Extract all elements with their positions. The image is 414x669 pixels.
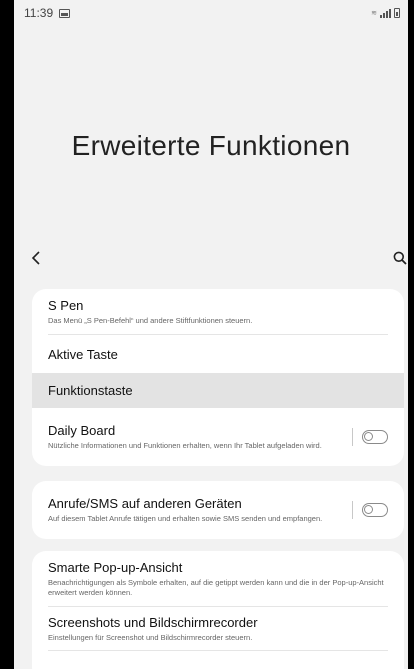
settings-card-2: Anrufe/SMS auf anderen Geräten Auf diese… [32, 481, 404, 539]
smart-popup-item[interactable]: Smarte Pop-up-Ansicht Benachrichtigungen… [32, 551, 404, 607]
status-time: 11:39 [24, 6, 54, 20]
spen-title: S Pen [48, 298, 84, 313]
daily-board-title: Daily Board [48, 423, 116, 438]
settings-card-3: Smarte Pop-up-Ansicht Benachrichtigungen… [32, 551, 404, 669]
aktive-taste-item[interactable]: Aktive Taste [32, 335, 404, 373]
aktive-taste-title: Aktive Taste [48, 346, 118, 362]
daily-board-item[interactable]: Daily Board Nützliche Informationen und … [32, 408, 404, 466]
battery-icon [394, 8, 400, 18]
screen: 11:39 ≋ Erweiterte Funktionen S Pen Das … [14, 0, 408, 669]
anrufe-sms-toggle[interactable] [362, 503, 388, 517]
title-area: Erweiterte Funktionen [14, 26, 408, 236]
settings-card-1: S Pen Das Menü „S Pen-Befehl“ und andere… [32, 289, 404, 466]
signal-icon [380, 9, 391, 18]
divider [48, 650, 388, 651]
anrufe-sms-subtitle: Auf diesem Tablet Anrufe tätigen und erh… [48, 514, 323, 523]
funktionstaste-item[interactable]: Funktionstaste [32, 373, 404, 408]
status-bar: 11:39 ≋ [14, 0, 408, 26]
daily-board-subtitle: Nützliche Informationen und Funktionen e… [48, 441, 322, 450]
daily-board-toggle[interactable] [362, 430, 388, 444]
search-icon [393, 251, 407, 265]
anrufe-sms-item[interactable]: Anrufe/SMS auf anderen Geräten Auf diese… [32, 481, 404, 539]
vertical-divider [352, 428, 353, 446]
spen-subtitle: Das Menü „S Pen-Befehl“ und andere Stift… [48, 316, 253, 325]
screenshots-subtitle: Einstellungen für Screenshot und Bildsch… [48, 633, 253, 642]
funktionstaste-title: Funktionstaste [48, 383, 133, 398]
screenshots-title: Screenshots und Bildschirmrecorder [48, 615, 258, 630]
vertical-divider [352, 501, 353, 519]
screenshots-item[interactable]: Screenshots und Bildschirmrecorder Einst… [32, 607, 404, 651]
smart-popup-subtitle: Benachrichtigungen als Symbole erhalten,… [48, 578, 384, 597]
page-title: Erweiterte Funktionen [71, 130, 351, 161]
gallery-notification-icon [59, 8, 71, 18]
anrufe-sms-title: Anrufe/SMS auf anderen Geräten [48, 496, 242, 511]
toolbar [14, 243, 408, 273]
device-frame: 11:39 ≋ Erweiterte Funktionen S Pen Das … [0, 0, 414, 669]
wifi-icon: ≋ [371, 10, 377, 17]
spen-item[interactable]: S Pen Das Menü „S Pen-Befehl“ und andere… [32, 289, 404, 335]
search-button[interactable] [390, 249, 408, 267]
chevron-left-icon [31, 251, 40, 265]
smart-popup-title: Smarte Pop-up-Ansicht [48, 560, 183, 575]
back-button[interactable] [27, 249, 45, 267]
